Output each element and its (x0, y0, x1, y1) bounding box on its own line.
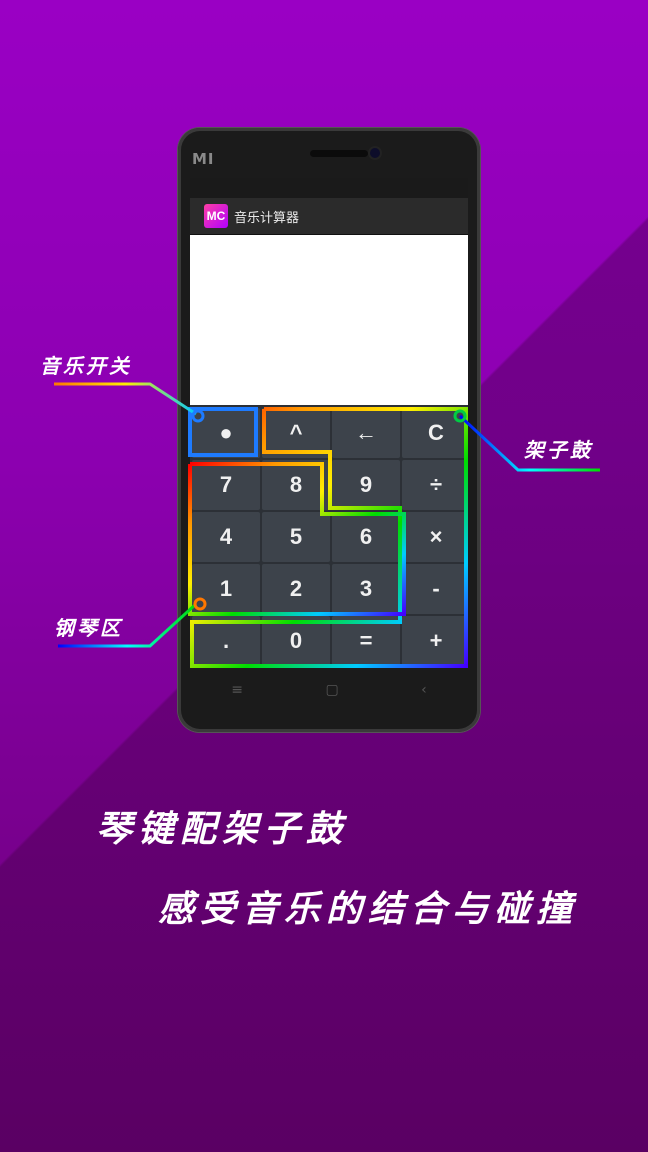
drum-kit-label: 架子鼓 (524, 438, 593, 462)
home-icon[interactable]: ▢ (325, 682, 338, 698)
brand-logo: MI (192, 150, 215, 168)
digit-2-button[interactable]: 2 (262, 564, 330, 614)
app-title: 音乐计算器 (234, 210, 300, 226)
digit-1-button[interactable]: 1 (192, 564, 260, 614)
equals-button[interactable]: = (332, 616, 400, 666)
digit-6-button[interactable]: 6 (332, 512, 400, 562)
backspace-button[interactable]: ← (332, 408, 400, 458)
earpiece-speaker (310, 150, 368, 157)
front-camera (370, 148, 380, 158)
multiply-button[interactable]: × (402, 512, 468, 562)
digit-4-button[interactable]: 4 (192, 512, 260, 562)
back-icon[interactable]: ‹ (421, 682, 427, 698)
menu-icon[interactable]: ≡ (231, 682, 243, 698)
navigation-bar: ≡ ▢ ‹ (190, 668, 468, 712)
tagline-line-2: 感受音乐的结合与碰撞 (158, 888, 579, 930)
power-button[interactable]: ^ (262, 408, 330, 458)
subtract-button[interactable]: - (402, 564, 468, 614)
digit-8-button[interactable]: 8 (262, 460, 330, 510)
calculator-display (190, 235, 468, 405)
tagline-line-1: 琴键配架子鼓 (96, 808, 349, 850)
status-bar (190, 178, 468, 198)
decimal-button[interactable]: . (192, 616, 260, 666)
digit-0-button[interactable]: 0 (262, 616, 330, 666)
piano-zone-label: 钢琴区 (54, 616, 123, 640)
digit-3-button[interactable]: 3 (332, 564, 400, 614)
divide-button[interactable]: ÷ (402, 460, 468, 510)
music-switch-line (54, 382, 197, 416)
digit-5-button[interactable]: 5 (262, 512, 330, 562)
keypad: ● ^ ← C 7 8 9 ÷ 4 5 6 × 1 2 3 - . 0 = + (190, 405, 468, 668)
music-toggle-button[interactable]: ● (192, 408, 260, 458)
app-icon: MC (204, 204, 228, 228)
music-switch-label: 音乐开关 (40, 354, 132, 378)
phone-screen: MC 音乐计算器 ● ^ ← C 7 8 9 ÷ 4 5 6 × 1 2 3 -… (190, 178, 468, 668)
add-button[interactable]: + (402, 616, 468, 666)
action-bar: MC 音乐计算器 (190, 198, 468, 235)
clear-button[interactable]: C (402, 408, 468, 458)
digit-9-button[interactable]: 9 (332, 460, 400, 510)
digit-7-button[interactable]: 7 (192, 460, 260, 510)
